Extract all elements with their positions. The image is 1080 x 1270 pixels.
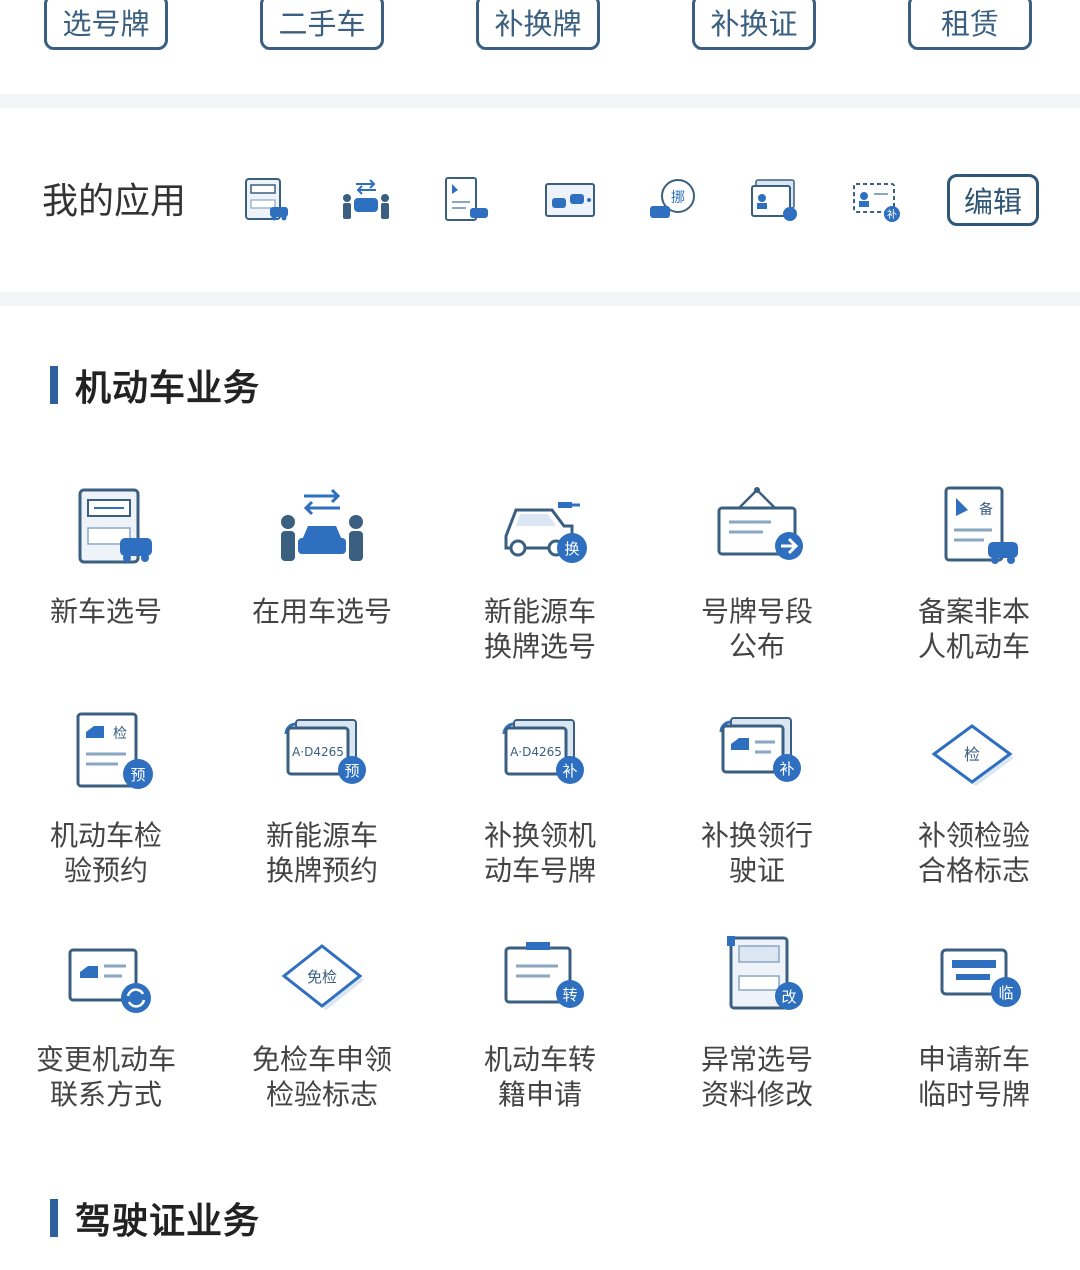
abnormal-number-edit-icon: 改: [727, 936, 803, 1010]
my-apps-title: 我的应用: [42, 181, 187, 222]
svg-text:换: 换: [564, 540, 579, 558]
ev-plate-change-icon: 换: [504, 502, 587, 563]
move-car-icon[interactable]: 挪: [646, 176, 698, 224]
service-temporary-plate[interactable]: 临 申请新车 临时号牌: [866, 934, 1080, 1112]
change-contact-icon: [68, 948, 151, 1013]
section-title-vehicle: 机动车业务: [75, 368, 261, 409]
service-ev-plate-booking[interactable]: A·D4265 预 新能源车 换牌预约: [214, 710, 430, 888]
svg-text:补: 补: [562, 762, 577, 780]
svg-text:挪: 挪: [671, 190, 685, 206]
service-record-vehicle[interactable]: 备 备案非本 人机动车: [866, 486, 1080, 664]
service-ev-plate-change[interactable]: 换 新能源车 换牌选号: [432, 486, 648, 664]
inspection-booking-icon: 检 预: [76, 712, 153, 789]
record-vehicle-icon: 备: [944, 486, 1018, 564]
service-driving-permit-reissue[interactable]: 补 补换领行 驶证: [649, 710, 865, 888]
new-car-number-icon: [78, 488, 152, 564]
svg-text:A·D4265: A·D4265: [292, 745, 344, 759]
service-plate-reissue[interactable]: A·D4265 补 补换领机 动车号牌: [432, 710, 648, 888]
plate-reissue-icon: A·D4265 补: [502, 719, 584, 784]
service-plate-range-notice[interactable]: 号牌号段 公布: [649, 486, 865, 664]
service-transfer-registry[interactable]: 转 机动车转 籍申请: [432, 934, 648, 1112]
inspection-mark-icon: 检: [931, 724, 1014, 786]
svg-text:预: 预: [130, 766, 145, 784]
driving-permit-reissue-icon: 补: [719, 717, 801, 782]
service-label: 新能源车 换牌选号: [483, 595, 596, 663]
divider-band: [0, 94, 1080, 108]
service-inspection-booking[interactable]: 检 预 机动车检 验预约: [0, 710, 214, 888]
service-label: 补换领机 动车号牌: [483, 819, 596, 887]
top-tabs-row: 选号牌 二手车 补换牌 补换证 租赁: [0, 0, 1080, 94]
svg-text:备: 备: [979, 501, 993, 518]
service-label: 申请新车 临时号牌: [917, 1043, 1030, 1111]
service-label: 异常选号 资料修改: [700, 1043, 813, 1111]
service-label: 补领检验 合格标志: [917, 819, 1030, 887]
reissue-card-icon[interactable]: 补: [850, 176, 902, 224]
temporary-plate-icon: 临: [940, 948, 1021, 1007]
registration-record-icon[interactable]: [440, 176, 492, 224]
service-label: 新车选号: [49, 595, 162, 628]
tab-select-plate[interactable]: 选号牌: [44, 0, 168, 50]
section-header-vehicle: 机动车业务: [50, 365, 260, 409]
service-new-car-number[interactable]: 新车选号: [0, 486, 214, 629]
service-label: 备案非本 人机动车: [917, 595, 1030, 663]
section-accent-bar: [50, 1199, 58, 1237]
car-transfer-icon[interactable]: [340, 176, 392, 224]
svg-text:临: 临: [998, 984, 1013, 1002]
section-title-license: 驾驶证业务: [75, 1201, 261, 1242]
tab-replace-license[interactable]: 补换证: [692, 0, 816, 50]
edit-button[interactable]: 编辑: [947, 174, 1039, 226]
plate-selection-icon[interactable]: [242, 176, 294, 224]
service-label: 号牌号段 公布: [700, 595, 813, 663]
tab-used-car[interactable]: 二手车: [260, 0, 384, 50]
svg-text:补: 补: [887, 208, 897, 221]
used-car-number-icon: [281, 488, 363, 561]
service-label: 机动车检 验预约: [49, 819, 162, 887]
svg-text:检: 检: [964, 745, 980, 764]
tab-rental[interactable]: 租赁: [908, 0, 1032, 50]
service-label: 变更机动车 联系方式: [35, 1043, 176, 1111]
svg-text:转: 转: [562, 986, 577, 1004]
plate-photo-icon[interactable]: [544, 176, 596, 224]
service-label: 机动车转 籍申请: [483, 1043, 596, 1111]
section-header-license: 驾驶证业务: [50, 1198, 260, 1242]
svg-text:预: 预: [344, 762, 359, 780]
exempt-inspection-icon: 免检: [281, 944, 364, 1010]
divider-band: [0, 292, 1080, 306]
service-exempt-inspection[interactable]: 免检 免检车申领 检验标志: [214, 934, 430, 1112]
transfer-registry-icon: 转: [504, 942, 584, 1008]
svg-text:检: 检: [113, 726, 127, 742]
license-card-icon[interactable]: [748, 176, 800, 224]
svg-text:改: 改: [781, 988, 796, 1006]
service-label: 补换领行 驶证: [700, 819, 813, 887]
service-label: 在用车选号: [251, 595, 392, 628]
service-change-contact[interactable]: 变更机动车 联系方式: [0, 934, 214, 1112]
tab-replace-plate[interactable]: 补换牌: [476, 0, 600, 50]
svg-text:免检: 免检: [307, 968, 337, 986]
service-label: 免检车申领 检验标志: [251, 1043, 392, 1111]
ev-plate-booking-icon: A·D4265 预: [284, 719, 366, 784]
service-label: 新能源车 换牌预约: [265, 819, 378, 887]
service-inspection-mark[interactable]: 检 补领检验 合格标志: [866, 710, 1080, 888]
section-accent-bar: [50, 366, 58, 404]
service-used-car-number[interactable]: 在用车选号: [214, 486, 430, 629]
svg-text:A·D4265: A·D4265: [510, 745, 562, 759]
service-abnormal-number-edit[interactable]: 改 异常选号 资料修改: [649, 934, 865, 1112]
plate-range-notice-icon: [717, 487, 803, 560]
svg-text:补: 补: [779, 760, 794, 778]
